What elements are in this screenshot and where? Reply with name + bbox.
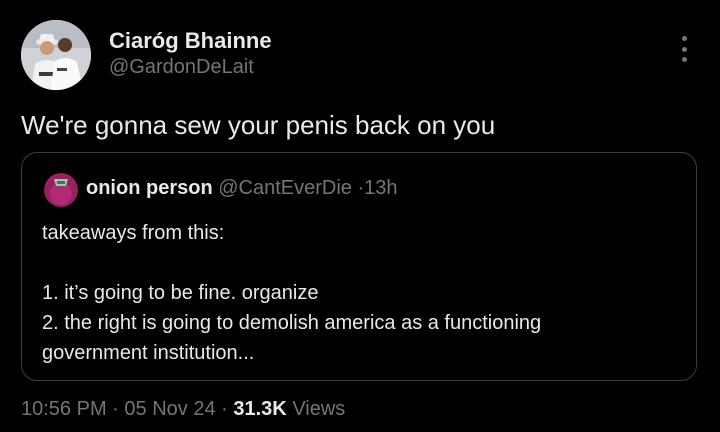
quoted-text-line: 1. it’s going to be fine. organize <box>42 282 319 304</box>
meta-separator: · <box>221 398 228 420</box>
quoted-header: onion person @CantEverDie ·13h <box>86 177 398 200</box>
tweet: Ciaróg Bhainne @GardonDeLait We're gonna… <box>0 0 720 432</box>
meta-separator: · <box>112 398 119 420</box>
views-label: Views <box>292 398 346 420</box>
quoted-text-line: 2. the right is going to demolish americ… <box>42 312 542 334</box>
quoted-author-name[interactable]: onion person <box>86 177 213 199</box>
quoted-tweet-card[interactable]: onion person @CantEverDie ·13h takeaways… <box>21 152 697 381</box>
quoted-author-avatar[interactable] <box>44 173 78 207</box>
tweet-time[interactable]: 10:56 PM <box>21 398 107 420</box>
author-handle[interactable]: @GardonDeLait <box>109 56 254 79</box>
quoted-timestamp[interactable]: 13h <box>364 177 397 199</box>
tweet-meta: 10:56 PM · 05 Nov 24 · 31.3K Views <box>21 398 345 421</box>
author-avatar-image <box>21 20 91 90</box>
quoted-text-line: government institution... <box>42 342 255 364</box>
views-count[interactable]: 31.3K <box>233 398 286 420</box>
quoted-author-handle[interactable]: @CantEverDie <box>218 177 352 199</box>
author-avatar[interactable] <box>21 20 91 90</box>
quoted-text: takeaways from this: 1. it’s going to be… <box>42 218 682 368</box>
more-options-button[interactable] <box>674 36 694 62</box>
tweet-text: We're gonna sew your penis back on you <box>21 110 496 140</box>
quoted-text-line <box>42 248 682 278</box>
author-name[interactable]: Ciaróg Bhainne <box>109 28 272 54</box>
more-horizontal-dots-icon <box>681 36 687 41</box>
onion-avatar-icon <box>44 173 78 207</box>
quoted-text-line: takeaways from this: <box>42 222 225 244</box>
tweet-date[interactable]: 05 Nov 24 <box>124 398 215 420</box>
